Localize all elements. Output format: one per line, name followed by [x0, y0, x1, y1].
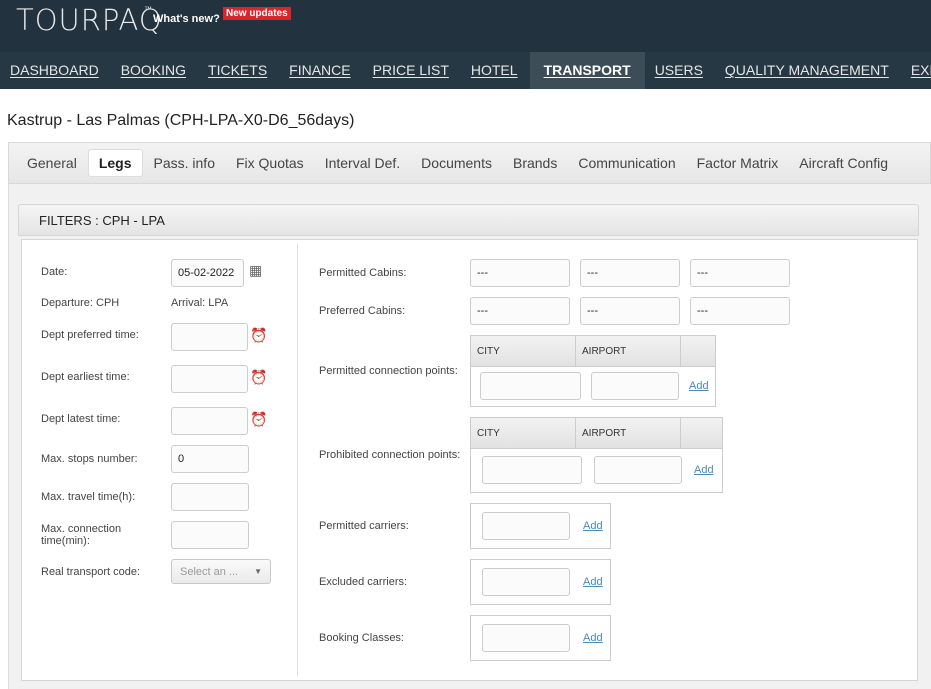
tab-general[interactable]: General: [17, 150, 87, 176]
dept-latest-label: Dept latest time:: [41, 413, 121, 425]
nav-dashboard[interactable]: DASHBOARD: [0, 52, 111, 89]
airport-header: AIRPORT: [576, 418, 681, 448]
max-stops-label: Max. stops number:: [41, 453, 138, 465]
preferred-cabin-1[interactable]: ---: [470, 297, 570, 325]
preferred-cabin-3[interactable]: ---: [690, 297, 790, 325]
permitted-connection-label: Permitted connection points:: [319, 365, 458, 377]
permitted-cabins-label: Permitted Cabins:: [319, 267, 407, 279]
nav-booking[interactable]: BOOKING: [111, 52, 198, 89]
city-header: CITY: [471, 336, 576, 366]
caret-down-icon: ▼: [254, 567, 262, 576]
max-stops-input[interactable]: 0: [171, 445, 249, 473]
add-permitted-connection[interactable]: Add: [689, 380, 709, 392]
calendar-icon[interactable]: ▦: [249, 262, 262, 279]
permitted-cabin-2[interactable]: ---: [580, 259, 680, 287]
add-permitted-carrier[interactable]: Add: [583, 520, 603, 532]
tab-fix-quotas[interactable]: Fix Quotas: [226, 150, 314, 176]
new-updates-badge[interactable]: New updates: [223, 7, 291, 20]
permitted-carriers-input[interactable]: [482, 512, 570, 540]
prohibited-airport-input[interactable]: [594, 456, 682, 484]
date-input[interactable]: 05-02-2022: [171, 259, 244, 287]
dept-earliest-label: Dept earliest time:: [41, 371, 130, 383]
airport-header: AIRPORT: [576, 336, 681, 366]
excluded-carriers-label: Excluded carriers:: [319, 576, 408, 588]
nav-users[interactable]: USERS: [645, 52, 715, 89]
whats-new-link[interactable]: What's new?: [153, 13, 220, 25]
nav-hotel[interactable]: HOTEL: [461, 52, 530, 89]
max-connection-input[interactable]: [171, 521, 249, 549]
tab-factor-matrix[interactable]: Factor Matrix: [687, 150, 789, 176]
max-connection-label: Max. connection time(min):: [41, 523, 122, 547]
tab-legs[interactable]: Legs: [87, 149, 143, 177]
dept-preferred-input[interactable]: [171, 323, 248, 351]
tab-bar: General Legs Pass. info Fix Quotas Interval …: [8, 142, 931, 184]
tab-communication[interactable]: Communication: [568, 150, 685, 176]
tab-interval-def[interactable]: Interval Def.: [315, 150, 410, 176]
clock-icon[interactable]: ⏰: [250, 327, 267, 344]
nav-transport[interactable]: TRANSPORT: [529, 52, 645, 89]
dept-preferred-label: Dept preferred time:: [41, 329, 139, 341]
tab-pass-info[interactable]: Pass. info: [144, 150, 225, 176]
select-placeholder: Select an ...: [180, 565, 239, 578]
max-travel-label: Max. travel time(h):: [41, 491, 136, 503]
page-title: Kastrup - Las Palmas (CPH-LPA-X0-D6_56da…: [7, 112, 355, 129]
nav-price-list[interactable]: PRICE LIST: [363, 52, 461, 89]
column-divider: [297, 244, 298, 676]
permitted-cabin-1[interactable]: ---: [470, 259, 570, 287]
trademark: ™: [144, 5, 152, 14]
nav-finance[interactable]: FINANCE: [279, 52, 362, 89]
dept-earliest-input[interactable]: [171, 365, 248, 393]
max-travel-input[interactable]: [171, 483, 249, 511]
nav-tickets[interactable]: TICKETS: [198, 52, 279, 89]
main-nav: DASHBOARD BOOKING TICKETS FINANCE PRICE LIST…: [0, 52, 931, 89]
departure-label: Departure: CPH: [41, 297, 120, 309]
prohibited-city-input[interactable]: [482, 456, 582, 484]
top-bar: TOURPAQ ™ What's new? New updates: [0, 0, 931, 52]
date-label: Date:: [41, 266, 68, 278]
clock-icon[interactable]: ⏰: [250, 411, 267, 428]
prohibited-connection-label: Prohibited connection points:: [319, 449, 461, 461]
add-excluded-carrier[interactable]: Add: [583, 576, 603, 588]
preferred-cabin-2[interactable]: ---: [580, 297, 680, 325]
nav-export[interactable]: EXPORT: [901, 52, 931, 89]
tab-documents[interactable]: Documents: [411, 150, 502, 176]
clock-icon[interactable]: ⏰: [250, 369, 267, 386]
add-prohibited-connection[interactable]: Add: [694, 464, 714, 476]
booking-classes-label: Booking Classes:: [319, 632, 404, 644]
tab-aircraft-config[interactable]: Aircraft Config: [789, 150, 898, 176]
city-header: CITY: [471, 418, 576, 448]
real-transport-select[interactable]: Select an ... ▼: [171, 559, 271, 584]
booking-classes-input[interactable]: [482, 624, 570, 652]
filters-header: FILTERS : CPH - LPA: [18, 204, 919, 236]
add-booking-class[interactable]: Add: [583, 632, 603, 644]
dept-latest-input[interactable]: [171, 407, 248, 435]
logo[interactable]: TOURPAQ: [16, 3, 163, 37]
arrival-label: Arrival: LPA: [171, 297, 229, 309]
permitted-airport-input[interactable]: [591, 372, 679, 400]
permitted-carriers-label: Permitted carriers:: [319, 520, 409, 532]
nav-quality-management[interactable]: QUALITY MANAGEMENT: [715, 52, 901, 89]
permitted-city-input[interactable]: [480, 372, 581, 400]
real-transport-label: Real transport code:: [41, 566, 141, 578]
excluded-carriers-input[interactable]: [482, 568, 570, 596]
preferred-cabins-label: Preferred Cabins:: [319, 305, 406, 317]
tab-brands[interactable]: Brands: [503, 150, 567, 176]
permitted-cabin-3[interactable]: ---: [690, 259, 790, 287]
